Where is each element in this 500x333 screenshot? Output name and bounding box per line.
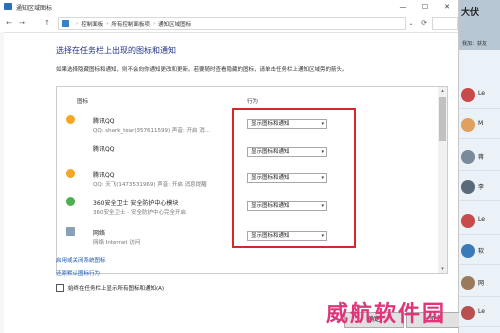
always-show-label: 始终在任务栏上显示所有图标和通知(A) [68,286,165,292]
address-bar[interactable]: › 控制面板 › 所有控制面板项 › 通知区域图标 [58,17,406,30]
search-input[interactable] [432,17,458,30]
contact-item[interactable]: 软 [459,240,500,265]
app-name: 网络 [93,230,106,237]
page-description: 如果选择隐藏图标和通知，则不会向你通知更改和更新。若要随时查看隐藏的图标，请单击… [56,67,348,73]
minimize-button[interactable]: — [392,0,414,14]
qq-header-title: 大伏 [461,8,480,18]
avatar [461,88,475,102]
always-show-option[interactable]: 始终在任务栏上显示所有图标和通知(A) [56,284,164,292]
control-panel-icon [4,3,12,10]
contact-item[interactable]: Le [459,84,500,109]
highlight-annotation [232,108,356,248]
back-arrow-icon[interactable]: ← [4,18,14,28]
contact-item[interactable]: Le [459,210,500,235]
avatar [461,180,475,194]
network-icon [66,227,75,236]
column-header-icons: 图标 [77,99,89,105]
scroll-up-icon[interactable]: ▴ [438,87,447,95]
restore-default-link[interactable]: 还原默认图标行为 [56,269,100,277]
contact-item[interactable]: M [459,114,500,139]
avatar [461,118,475,132]
qq-header-sub: 我加：获友 [462,41,488,47]
close-button[interactable]: ✕ [436,0,458,14]
avatar [461,276,475,290]
360-shield-icon [66,197,75,206]
app-description: QQ: 天飞(1473531969) 声音: 开启 消息提醒 [93,182,207,188]
left-edge [0,32,4,333]
app-description: 网络 Internet 访问 [93,240,141,246]
qq-chat-panel: 大伏 我加：获友 Le M 蒋 李 Le 软 网 Le [459,0,500,333]
forward-arrow-icon[interactable]: → [17,18,27,28]
always-show-checkbox[interactable] [56,284,64,292]
app-name: 腾讯QQ [93,118,115,125]
vertical-scrollbar[interactable]: ▴ ▾ [438,87,447,273]
address-toolbar: ← → ↑ › 控制面板 › 所有控制面板项 › 通知区域图标 ⌄ ⟳ [0,14,458,33]
qq-header: 大伏 我加：获友 [459,0,500,50]
window-title: 通知区域图标 [16,4,53,12]
title-bar: 通知区域图标 — ☐ ✕ [0,0,458,14]
app-name: 腾讯QQ [93,172,115,179]
column-header-behavior: 行为 [247,99,259,105]
notification-area-window: 通知区域图标 — ☐ ✕ ← → ↑ › 控制面板 › 所有控制面板项 › 通知… [0,0,466,333]
breadcrumb-all-items[interactable]: 所有控制面板项 [111,20,150,28]
maximize-button[interactable]: ☐ [414,0,436,14]
contact-item[interactable]: 网 [459,272,500,297]
contact-item[interactable]: 蒋 [459,146,500,171]
address-dropdown-icon[interactable]: ⌄ [405,17,417,30]
avatar [461,306,475,320]
app-description: QQ: shark_tear(357611599) 声音: 开启 消... [93,128,210,134]
avatar [461,244,475,258]
avatar [461,150,475,164]
app-description: 360安全卫士 - 安全防护中心完全开启 [93,210,186,216]
breadcrumb-control-panel[interactable]: 控制面板 [81,20,103,28]
contact-item[interactable]: Le [459,302,500,327]
scrollbar-thumb[interactable] [439,97,446,141]
system-icons-link[interactable]: 启用或关闭系统图标 [56,256,106,264]
refresh-icon[interactable]: ⟳ [418,17,430,30]
up-arrow-icon[interactable]: ↑ [42,18,52,28]
control-panel-icon [62,20,69,27]
qq-penguin-icon [66,169,75,178]
avatar [461,214,475,228]
scroll-down-icon[interactable]: ▾ [438,265,447,273]
qq-penguin-icon [66,115,75,124]
site-watermark: 威航软件园 [326,302,447,327]
app-name: 腾讯QQ [93,146,115,153]
contact-item[interactable]: 李 [459,176,500,201]
breadcrumb-notification-icons[interactable]: 通知区域图标 [158,20,191,28]
page-title: 选择在任务栏上出现的图标和通知 [56,46,176,55]
app-name: 360安全卫士 安全防护中心模块 [93,200,179,207]
